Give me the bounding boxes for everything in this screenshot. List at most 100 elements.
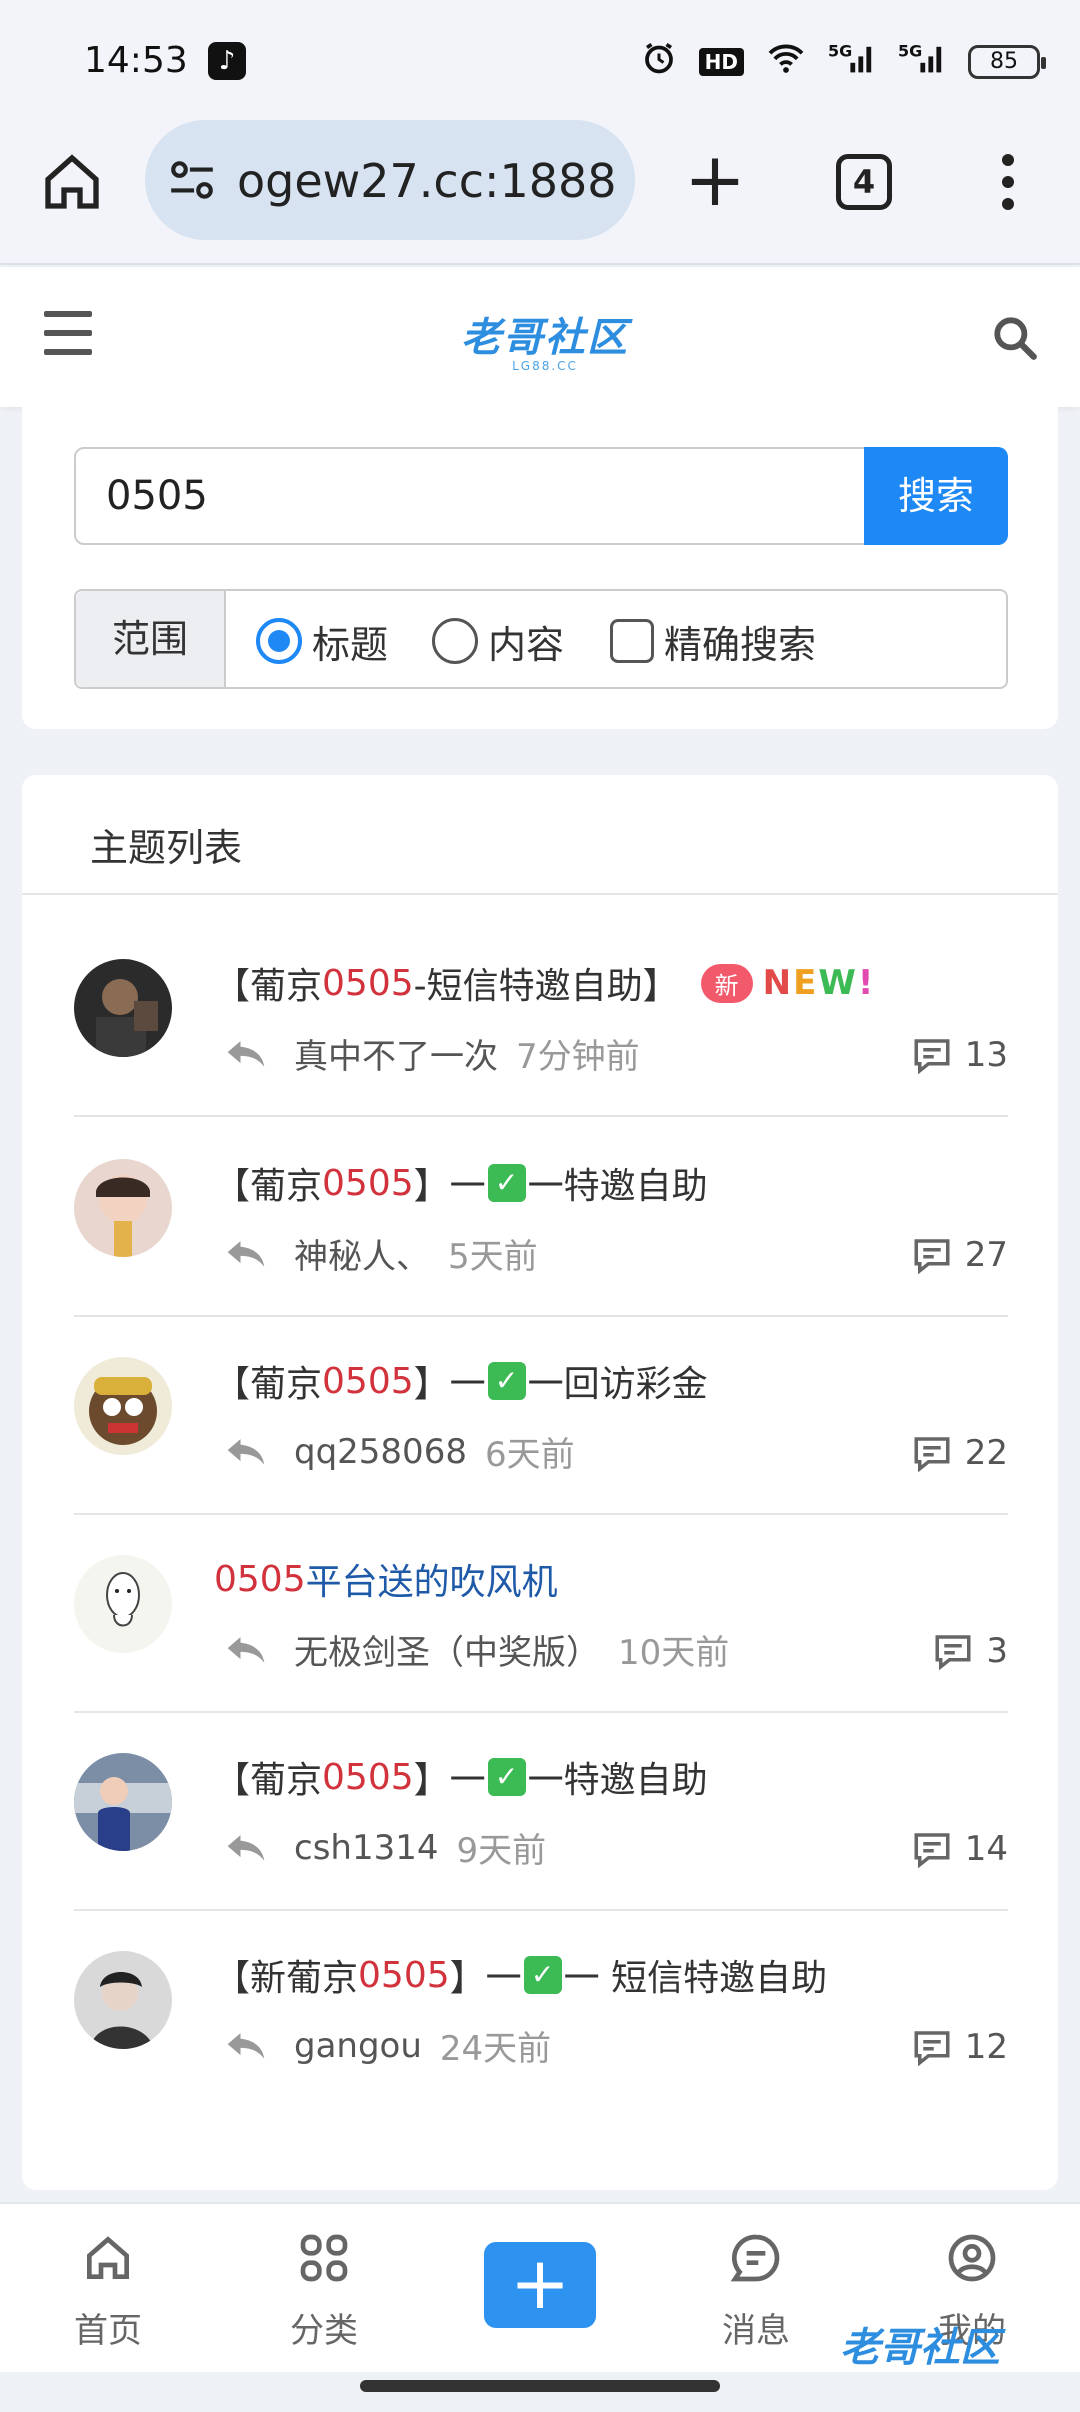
nav-home[interactable]: 首页 — [48, 2230, 168, 2352]
site-logo[interactable]: 老哥社区 LG88.CC — [460, 305, 630, 373]
status-time: 14:53 — [84, 40, 188, 81]
check-icon: ✓ — [487, 1164, 526, 1202]
search-icon[interactable] — [990, 313, 1040, 363]
address-bar[interactable]: ogew27.cc:18888 — [145, 120, 635, 240]
scope-option-content[interactable]: 内容 — [432, 617, 564, 667]
battery-icon: 85 — [968, 44, 1046, 79]
grid-icon — [300, 2234, 348, 2282]
topic-list: 主题列表 【葡京 0505 -短信特邀自助】 新 NEW! 真中不了一次 7分钟前 … — [22, 775, 1058, 2190]
topic-meta: 真中不了一次 7分钟前 — [224, 1029, 640, 1078]
comment-icon — [914, 1833, 950, 1869]
site-settings-icon[interactable] — [167, 158, 217, 206]
topic-meta: 无极剑圣（中奖版） 10天前 — [224, 1625, 729, 1674]
nav-messages[interactable]: 消息 — [696, 2230, 816, 2352]
post-time: 24天前 — [439, 2029, 552, 2069]
check-icon: ✓ — [487, 1362, 526, 1400]
scope-label: 范围 — [76, 591, 226, 687]
checkbox-icon[interactable] — [610, 619, 654, 663]
user-icon — [948, 2234, 996, 2282]
more-menu-icon[interactable] — [1000, 154, 1016, 210]
avatar[interactable] — [74, 1951, 172, 2049]
post-time: 5天前 — [448, 1237, 538, 1277]
home-icon — [87, 2236, 129, 2279]
tab-switcher-button[interactable]: 4 — [836, 154, 892, 210]
avatar[interactable] — [74, 1753, 172, 1851]
post-time: 6天前 — [484, 1435, 575, 1475]
comment-icon — [914, 2031, 950, 2067]
topic-meta: qq258068 6天前 — [224, 1427, 575, 1476]
svg-text:5G: 5G — [898, 41, 922, 60]
add-post-button[interactable]: + — [484, 2242, 596, 2328]
home-indicator[interactable] — [360, 2380, 720, 2392]
hd-icon: HD — [698, 47, 744, 76]
reply-icon — [227, 1438, 265, 1465]
topic-title[interactable]: 【葡京 0505 -短信特邀自助】 新 NEW! — [214, 957, 875, 1009]
topic-row[interactable]: 【葡京 0505 】一 ✓ 一回访彩金 qq258068 6天前 22 — [74, 1317, 1008, 1515]
reply-count: 3 — [932, 1631, 1008, 1671]
search-scope: 范围 标题 内容 精确搜索 — [74, 589, 1008, 689]
avatar[interactable] — [74, 959, 172, 1057]
nav-category[interactable]: 分类 — [264, 2230, 384, 2352]
reply-icon — [227, 1834, 265, 1861]
topic-title[interactable]: 0505 平台送的吹风机 — [214, 1553, 558, 1605]
home-icon — [45, 154, 99, 209]
new-tab-button[interactable]: + — [680, 143, 750, 220]
check-icon: ✓ — [487, 1758, 526, 1796]
wifi-icon — [766, 42, 806, 81]
search-panel: 0505 搜索 范围 标题 内容 精确搜索 — [22, 407, 1058, 729]
author-name[interactable]: 无极剑圣（中奖版） — [294, 1625, 600, 1674]
reply-count: 22 — [911, 1433, 1008, 1473]
comment-icon — [914, 1239, 950, 1275]
reply-count: 13 — [911, 1035, 1008, 1075]
post-time: 9天前 — [456, 1831, 547, 1871]
topic-row[interactable]: 【新葡京 0505 】一 ✓ 一 短信特邀自助 gangou 24天前 12 — [74, 1911, 1008, 2109]
topic-meta: gangou 24天前 — [224, 2021, 551, 2070]
site-header: 老哥社区 LG88.CC — [0, 267, 1080, 407]
new-badge: 新 — [700, 963, 753, 1003]
topic-title[interactable]: 【葡京 0505 】一 ✓ 一特邀自助 — [214, 1751, 708, 1803]
watermark-logo: 老哥社区 — [840, 2325, 1000, 2371]
scope-option-title[interactable]: 标题 — [256, 617, 388, 667]
search-input[interactable]: 0505 — [74, 447, 866, 545]
search-submit-button[interactable]: 搜索 — [864, 447, 1008, 545]
avatar[interactable] — [74, 1357, 172, 1455]
avatar[interactable] — [74, 1159, 172, 1257]
topic-title[interactable]: 【葡京 0505 】一 ✓ 一特邀自助 — [214, 1157, 708, 1209]
exact-search-checkbox[interactable]: 精确搜索 — [610, 617, 816, 667]
comment-icon — [914, 1437, 950, 1473]
message-icon — [730, 2234, 780, 2282]
tiktok-icon: ♪ — [208, 42, 246, 80]
menu-icon[interactable] — [44, 311, 92, 355]
radio-unselected-icon[interactable] — [432, 618, 478, 664]
comment-icon — [914, 1039, 950, 1075]
author-name[interactable]: csh1314 — [294, 1828, 438, 1868]
topic-row[interactable]: 【葡京 0505 】一 ✓ 一特邀自助 神秘人、 5天前 27 — [74, 1119, 1008, 1317]
author-name[interactable]: 真中不了一次 — [294, 1029, 498, 1078]
post-time: 10天前 — [618, 1633, 730, 1673]
check-icon: ✓ — [523, 1956, 562, 1994]
topic-list-header: 主题列表 — [22, 775, 1058, 895]
browser-home-button[interactable] — [40, 150, 104, 214]
new-tag: NEW! — [762, 963, 876, 1003]
topic-meta: 神秘人、 5天前 — [224, 1229, 538, 1278]
author-name[interactable]: 神秘人、 — [294, 1229, 430, 1278]
post-time: 7分钟前 — [516, 1037, 640, 1077]
reply-icon — [227, 2032, 265, 2059]
signal-5g-icon: 5G — [828, 40, 876, 83]
status-icons: HD 5G 5G 85 — [641, 40, 1046, 83]
reply-count: 12 — [911, 2027, 1008, 2067]
author-name[interactable]: qq258068 — [294, 1432, 467, 1472]
author-name[interactable]: gangou — [294, 2026, 422, 2066]
topic-row[interactable]: 【葡京 0505 】一 ✓ 一特邀自助 csh1314 9天前 14 — [74, 1713, 1008, 1911]
reply-icon — [227, 1240, 265, 1267]
comment-icon — [935, 1635, 971, 1671]
topic-row[interactable]: 0505 平台送的吹风机 无极剑圣（中奖版） 10天前 3 — [74, 1515, 1008, 1713]
radio-selected-icon[interactable] — [256, 618, 302, 664]
topic-title[interactable]: 【葡京 0505 】一 ✓ 一回访彩金 — [214, 1355, 708, 1407]
reply-icon — [227, 1636, 265, 1663]
svg-text:5G: 5G — [828, 41, 852, 60]
alarm-icon — [641, 40, 677, 83]
avatar[interactable] — [74, 1555, 172, 1653]
topic-row[interactable]: 【葡京 0505 -短信特邀自助】 新 NEW! 真中不了一次 7分钟前 13 — [74, 919, 1008, 1117]
topic-title[interactable]: 【新葡京 0505 】一 ✓ 一 短信特邀自助 — [214, 1949, 827, 2001]
